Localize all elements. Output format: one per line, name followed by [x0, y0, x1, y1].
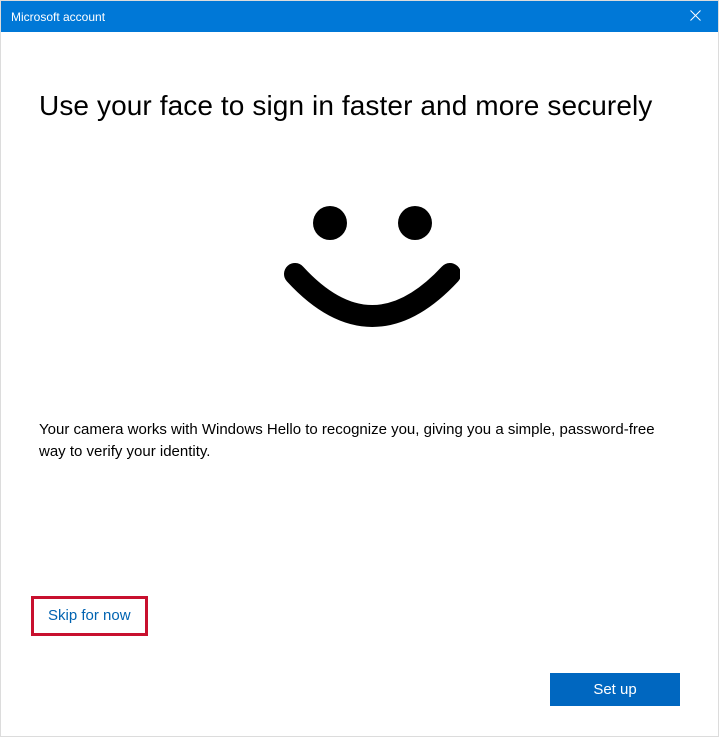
skip-for-now-link[interactable]: Skip for now	[48, 607, 131, 624]
skip-highlight-box: Skip for now	[31, 596, 148, 636]
dialog-window: Microsoft account Use your face to sign …	[0, 0, 719, 737]
hello-illustration	[39, 188, 680, 353]
dialog-content: Use your face to sign in faster and more…	[1, 32, 718, 736]
set-up-button[interactable]: Set up	[550, 673, 680, 706]
description-text: Your camera works with Windows Hello to …	[39, 419, 679, 463]
page-title: Use your face to sign in faster and more…	[39, 90, 680, 122]
skip-area: Skip for now	[31, 596, 148, 636]
button-row: Set up	[550, 673, 680, 706]
close-button[interactable]	[672, 1, 718, 32]
window-title: Microsoft account	[11, 10, 105, 24]
close-icon	[690, 10, 701, 24]
titlebar: Microsoft account	[1, 1, 718, 32]
smiley-face-icon	[260, 188, 460, 353]
